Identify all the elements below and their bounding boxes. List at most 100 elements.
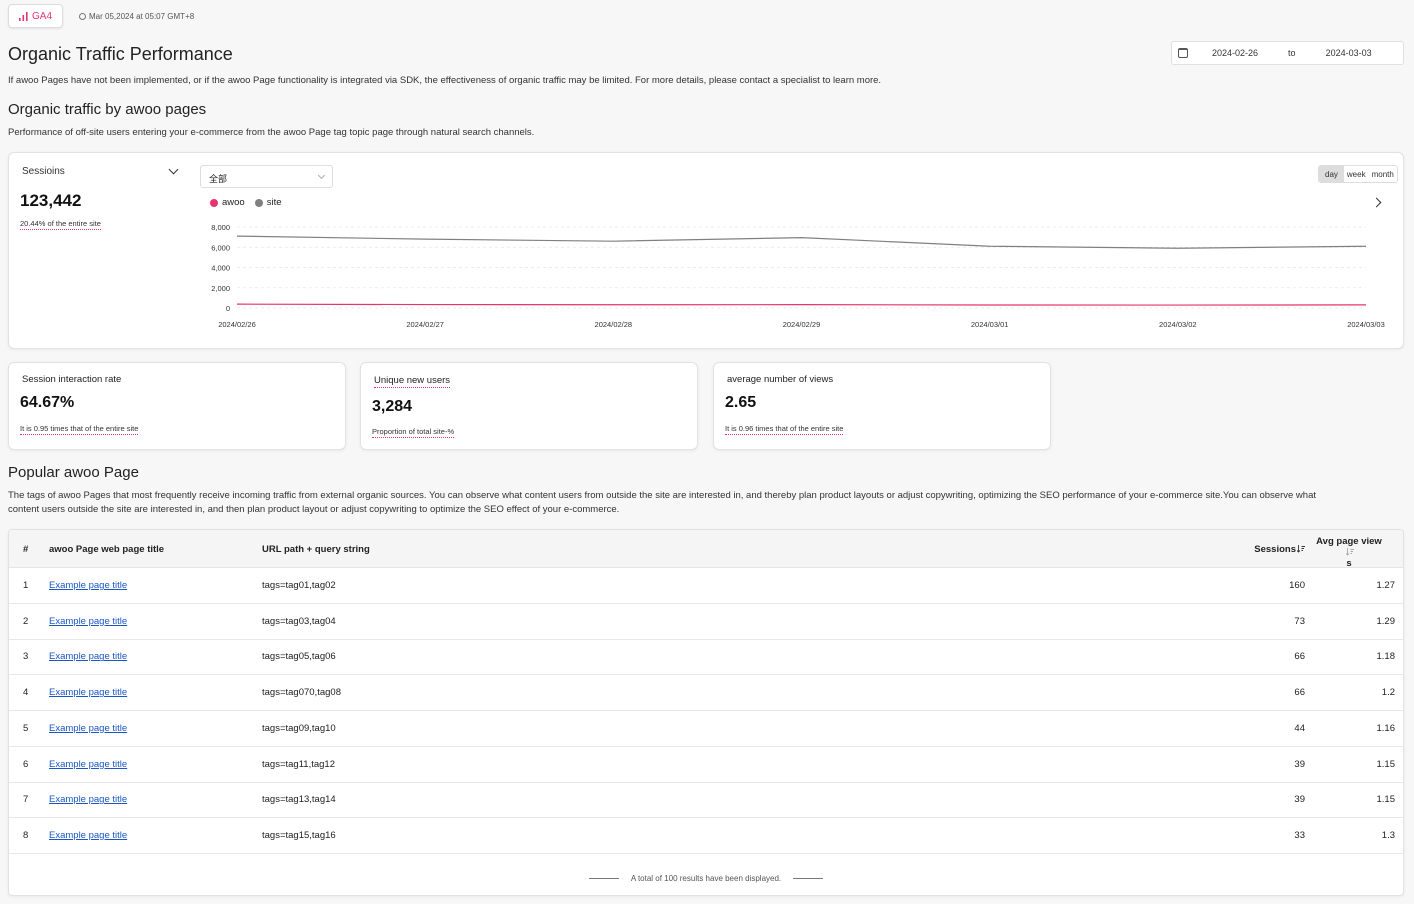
url-path: tags=tag05,tag06 bbox=[262, 651, 336, 663]
kpi-value: 3,284 bbox=[372, 398, 413, 415]
kpi-label: Session interaction rate bbox=[22, 374, 122, 385]
avg-pageviews-value: 1.2 bbox=[1381, 687, 1395, 699]
header-num: # bbox=[23, 544, 29, 555]
page-title-link[interactable]: Example page title bbox=[49, 651, 127, 662]
sessions-value: 44 bbox=[1294, 722, 1305, 734]
table-row: 8 Example page title tags=tag15,tag16 33 1.3 bbox=[9, 818, 1403, 854]
avg-pageviews-value: 1.15 bbox=[1376, 758, 1396, 770]
table-row: 3 Example page title tags=tag05,tag06 66 1.1… bbox=[9, 639, 1403, 676]
kpi-value: 64.67% bbox=[20, 394, 75, 411]
url-path: tags=tag01,tag02 bbox=[262, 580, 336, 591]
avg-pageviews-value: 1.29 bbox=[1376, 615, 1396, 627]
sessions-value: 160 bbox=[1289, 580, 1305, 591]
kpi-card-interaction-rate: Session interaction rate 64.67% It is 0.… bbox=[8, 362, 346, 450]
row-number: 7 bbox=[23, 794, 29, 806]
header-sessions-label: Sessions bbox=[1254, 544, 1296, 555]
sessions-value: 66 bbox=[1294, 651, 1305, 663]
date-range-picker[interactable]: 2024-02-26 to 2024-03-03 bbox=[1171, 41, 1404, 65]
series-line-site bbox=[236, 235, 1367, 249]
sessions-value: 33 bbox=[1294, 829, 1305, 841]
table-row: 5 Example page title tags=tag09,tag10 44 1.1… bbox=[9, 711, 1403, 747]
x-tick-label: 2024/02/27 bbox=[406, 320, 444, 329]
kpi-note: It is 0.95 times that of the entire site bbox=[20, 424, 139, 435]
page-title-link[interactable]: Example page title bbox=[49, 687, 127, 698]
kpi-card-avg-views: average number of views 2.65 It is 0.96 … bbox=[713, 362, 1051, 450]
header-sessions[interactable]: Sessions bbox=[1254, 544, 1305, 555]
table-row: 2 Example page title tags=tag03,tag04 73 1.2… bbox=[9, 604, 1403, 640]
organic-section-title: Organic traffic by awoo pages bbox=[8, 101, 207, 118]
clock-icon bbox=[79, 12, 87, 20]
date-end[interactable]: 2024-03-03 bbox=[1326, 48, 1372, 58]
url-path: tags=tag070,tag08 bbox=[262, 687, 341, 699]
timestamp: Mar 05,2024 at 05:07 GMT+8 bbox=[79, 12, 194, 21]
page-title-link[interactable]: Example page title bbox=[49, 830, 127, 841]
avg-pageviews-value: 1.27 bbox=[1376, 580, 1396, 591]
sort-icon[interactable] bbox=[1345, 548, 1354, 556]
ga4-badge[interactable]: GA4 bbox=[8, 4, 64, 28]
row-number: 2 bbox=[23, 615, 29, 627]
row-number: 3 bbox=[23, 651, 29, 663]
url-path: tags=tag03,tag04 bbox=[262, 615, 336, 627]
avg-pageviews-value: 1.16 bbox=[1376, 722, 1396, 734]
results-count: A total of 100 results have been display… bbox=[630, 874, 782, 883]
x-tick-label: 2024/02/26 bbox=[218, 320, 256, 329]
x-tick-label: 2024/02/28 bbox=[595, 320, 633, 329]
date-to-label: to bbox=[1288, 48, 1296, 58]
calendar-icon bbox=[1178, 48, 1188, 58]
top-bar: GA4 Mar 05,2024 at 05:07 GMT+8 bbox=[8, 4, 194, 28]
table-row: 7 Example page title tags=tag13,tag14 39 1.1… bbox=[9, 782, 1403, 819]
notice-text: If awoo Pages have not been implemented,… bbox=[8, 75, 882, 86]
y-tick-label: 8,000 bbox=[211, 223, 230, 232]
x-tick-label: 2024/03/03 bbox=[1347, 320, 1385, 329]
sessions-value: 73 bbox=[1294, 615, 1305, 627]
sessions-value: 39 bbox=[1294, 758, 1305, 770]
url-path: tags=tag15,tag16 bbox=[262, 829, 336, 841]
page-title-link[interactable]: Example page title bbox=[49, 759, 127, 770]
popular-section-description-2: content users outside the site are inter… bbox=[8, 504, 620, 515]
page-title-link[interactable]: Example page title bbox=[49, 723, 127, 734]
kpi-label: average number of views bbox=[727, 374, 834, 385]
page-title: Organic Traffic Performance bbox=[8, 44, 233, 64]
sort-desc-icon[interactable] bbox=[1297, 545, 1305, 553]
avg-pageviews-value: 1.15 bbox=[1376, 794, 1396, 806]
row-number: 1 bbox=[23, 580, 29, 591]
kpi-value: 2.65 bbox=[725, 394, 757, 411]
popular-pages-table: # awoo Page web page title URL path + qu… bbox=[8, 529, 1404, 896]
url-path: tags=tag11,tag12 bbox=[262, 758, 335, 770]
row-number: 6 bbox=[23, 758, 29, 770]
header-avg-label-1: Avg page view bbox=[1316, 536, 1382, 547]
page-title-link[interactable]: Example page title bbox=[49, 616, 127, 627]
y-tick-label: 0 bbox=[226, 304, 230, 313]
table-row: 6 Example page title tags=tag11,tag12 39 1.1… bbox=[9, 747, 1403, 783]
avg-pageviews-value: 1.18 bbox=[1376, 651, 1396, 663]
page-title-link[interactable]: Example page title bbox=[49, 794, 127, 805]
header-avg-pageviews[interactable]: Avg page view s bbox=[1314, 536, 1384, 569]
bar-chart-icon bbox=[19, 11, 28, 21]
popular-section-description-1: The tags of awoo Pages that most frequen… bbox=[8, 490, 1316, 501]
row-number: 8 bbox=[23, 829, 29, 841]
divider bbox=[588, 878, 619, 879]
chart-card: Sessioins 123,442 20.44% of the entire s… bbox=[8, 152, 1404, 349]
divider bbox=[793, 878, 824, 879]
sessions-value: 66 bbox=[1294, 687, 1305, 699]
header-url: URL path + query string bbox=[262, 544, 370, 555]
kpi-label: Unique new users bbox=[374, 375, 451, 388]
kpi-note: Proportion of total site-% bbox=[372, 427, 455, 438]
row-number: 4 bbox=[23, 687, 29, 699]
kpi-note: It is 0.96 times that of the entire site bbox=[725, 424, 844, 435]
kpi-card-new-users: Unique new users 3,284 Proportion of tot… bbox=[360, 362, 698, 450]
y-tick-label: 4,000 bbox=[211, 264, 230, 273]
x-tick-label: 2024/02/29 bbox=[783, 320, 821, 329]
page-title-link[interactable]: Example page title bbox=[49, 580, 127, 591]
url-path: tags=tag13,tag14 bbox=[262, 794, 336, 806]
avg-pageviews-value: 1.3 bbox=[1381, 829, 1395, 841]
url-path: tags=tag09,tag10 bbox=[262, 722, 336, 734]
row-number: 5 bbox=[23, 722, 29, 734]
x-tick-label: 2024/03/02 bbox=[1159, 320, 1197, 329]
table-row: 1 Example page title tags=tag01,tag02 160 1.… bbox=[9, 568, 1403, 604]
date-start[interactable]: 2024-02-26 bbox=[1212, 48, 1258, 58]
line-chart: 8,000 6,000 4,000 2,000 0 2024/02/26 2024/02/2… bbox=[211, 223, 1385, 329]
timestamp-text: Mar 05,2024 at 05:07 GMT+8 bbox=[89, 11, 195, 21]
y-tick-label: 2,000 bbox=[211, 284, 230, 293]
x-tick-label: 2024/03/01 bbox=[971, 320, 1009, 329]
